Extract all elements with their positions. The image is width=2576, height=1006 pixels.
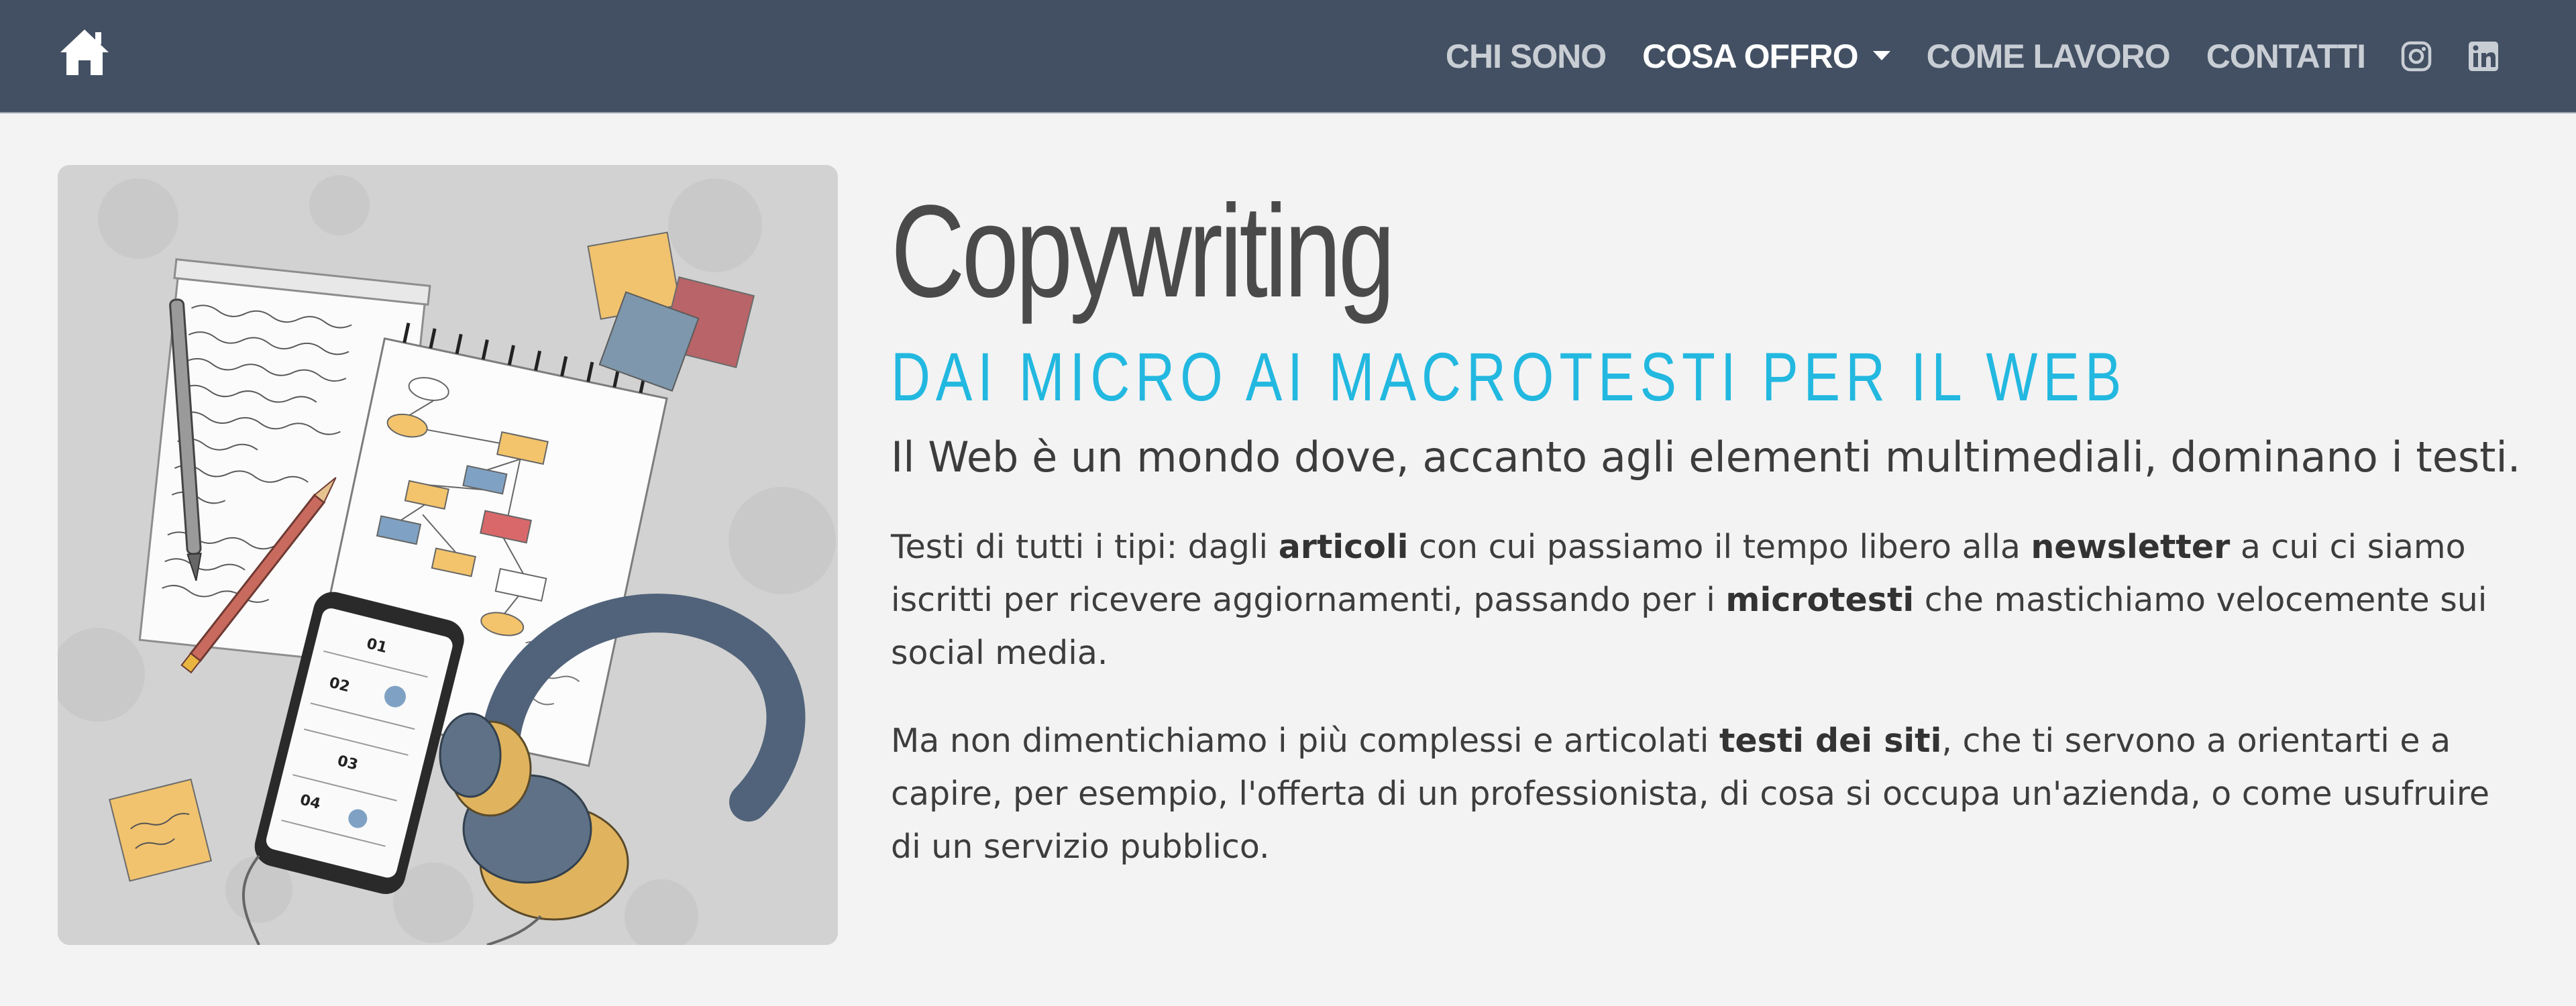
page-title: Copywriting xyxy=(891,178,1395,325)
paragraph-1-text-b: con cui passiamo il tempo libero alla xyxy=(1408,528,2031,566)
paragraph-1-text-a: Testi di tutti i tipi: dagli xyxy=(891,528,1279,566)
copywriting-illustration: 01 02 03 04 xyxy=(58,165,838,945)
nav-cosa-offro-label: COSA OFFRO xyxy=(1642,37,1858,75)
main-nav: CHI SONO COSA OFFRO COME LAVORO CONTATTI xyxy=(1409,0,2500,112)
nav-come-lavoro[interactable]: COME LAVORO xyxy=(1927,37,2171,76)
chevron-down-icon xyxy=(1872,51,1890,61)
top-navbar: CHI SONO COSA OFFRO COME LAVORO CONTATTI xyxy=(0,0,2576,113)
paragraph-2: Ma non dimentichiamo i più complessi e a… xyxy=(891,714,2514,873)
paragraph-1-bold-newsletter: newsletter xyxy=(2031,528,2231,566)
lead-text: Il Web è un mondo dove, accanto agli ele… xyxy=(891,433,2521,482)
home-icon[interactable] xyxy=(58,25,111,79)
paragraph-1-bold-microtesti: microtesti xyxy=(1725,581,1915,619)
paragraph-2-text-a: Ma non dimentichiamo i più complessi e a… xyxy=(891,722,1719,760)
nav-contatti[interactable]: CONTATTI xyxy=(2206,37,2366,76)
paragraph-2-bold-testi-dei-siti: testi dei siti xyxy=(1719,722,1942,760)
instagram-icon[interactable] xyxy=(2400,40,2432,72)
paragraph-1-bold-articoli: articoli xyxy=(1278,528,1409,566)
page-subtitle: DAI MICRO AI MACROTESTI PER IL WEB xyxy=(891,339,2127,415)
hero-content: Copywriting DAI MICRO AI MACROTESTI PER … xyxy=(891,178,2521,873)
nav-chi-sono[interactable]: CHI SONO xyxy=(1446,37,1607,76)
nav-cosa-offro[interactable]: COSA OFFRO xyxy=(1642,37,1890,76)
paragraph-1: Testi di tutti i tipi: dagli articoli co… xyxy=(891,520,2514,679)
linkedin-icon[interactable] xyxy=(2467,40,2500,72)
